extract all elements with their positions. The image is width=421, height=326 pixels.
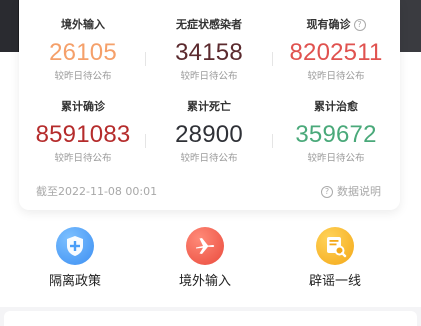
update-timestamp: 截至2022-11-08 00:01 (36, 185, 158, 198)
stat-asymptomatic-sub: 较昨日待公布 (180, 71, 238, 82)
stat-asymptomatic: 无症状感染者 34158 较昨日待公布 (149, 18, 269, 83)
stat-total-confirmed-label: 累计确诊 (61, 100, 105, 113)
stat-current-value: 8202511 (289, 39, 383, 66)
stat-current-label: 现有确诊? (276, 18, 396, 32)
shortcut-quarantine-policy-label: 隔离政策 (48, 274, 101, 289)
info-icon[interactable]: ? (353, 19, 366, 31)
shortcut-rumor-debunk-label: 辟谣一线 (308, 274, 361, 289)
stat-cured-label: 累计治愈 (314, 100, 358, 113)
shortcut-quarantine-policy[interactable]: 隔离政策 (25, 227, 125, 291)
search-document-icon (316, 227, 354, 265)
stat-cured-sub: 较昨日待公布 (307, 153, 365, 164)
stat-current-label-text: 现有确诊 (306, 18, 351, 31)
stat-imported-value: 26105 (49, 39, 117, 66)
stat-cured-value: 359672 (295, 121, 377, 148)
stat-asymptomatic-value: 34158 (175, 39, 243, 66)
stat-total-confirmed-value: 8591083 (35, 121, 131, 148)
banner-right-edge (397, 0, 421, 52)
stat-deaths: 累计死亡 28900 较昨日待公布 (149, 100, 269, 165)
data-explanation-label: 数据说明 (337, 185, 381, 198)
card-footer: 截至2022-11-08 00:01 ? 数据说明 (36, 184, 381, 200)
stat-deaths-value: 28900 (175, 121, 243, 148)
divider (145, 134, 146, 148)
stat-cured: 累计治愈 359672 较昨日待公布 (276, 100, 396, 165)
data-explanation-link[interactable]: ? 数据说明 (321, 184, 381, 200)
shortcut-rumor-debunk[interactable]: 辟谣一线 (285, 227, 385, 291)
stat-deaths-label: 累计死亡 (187, 100, 231, 113)
shield-plus-icon (56, 227, 94, 265)
stats-card: 境外输入 26105 较昨日待公布 无症状感染者 34158 较昨日待公布 现有… (19, 0, 400, 210)
shortcut-imported-cases[interactable]: 境外输入 (155, 227, 255, 291)
stat-asymptomatic-label: 无症状感染者 (176, 18, 242, 31)
stat-total-confirmed-sub: 较昨日待公布 (54, 153, 112, 164)
next-section-card (4, 311, 417, 326)
page: 境外输入 26105 较昨日待公布 无症状感染者 34158 较昨日待公布 现有… (0, 0, 421, 326)
stat-imported-label: 境外输入 (61, 18, 105, 31)
stat-current-sub: 较昨日待公布 (307, 71, 365, 82)
airplane-icon (186, 227, 224, 265)
shortcut-imported-cases-label: 境外输入 (178, 274, 231, 289)
stat-current[interactable]: 现有确诊? 8202511 较昨日待公布 (276, 18, 396, 83)
info-icon: ? (321, 186, 333, 198)
divider (145, 52, 146, 66)
stat-imported: 境外输入 26105 较昨日待公布 (23, 18, 143, 83)
stat-deaths-sub: 较昨日待公布 (180, 153, 238, 164)
divider (272, 134, 273, 148)
stat-imported-sub: 较昨日待公布 (54, 71, 112, 82)
banner-left-edge (0, 0, 18, 52)
divider (272, 52, 273, 66)
stat-total-confirmed: 累计确诊 8591083 较昨日待公布 (23, 100, 143, 165)
